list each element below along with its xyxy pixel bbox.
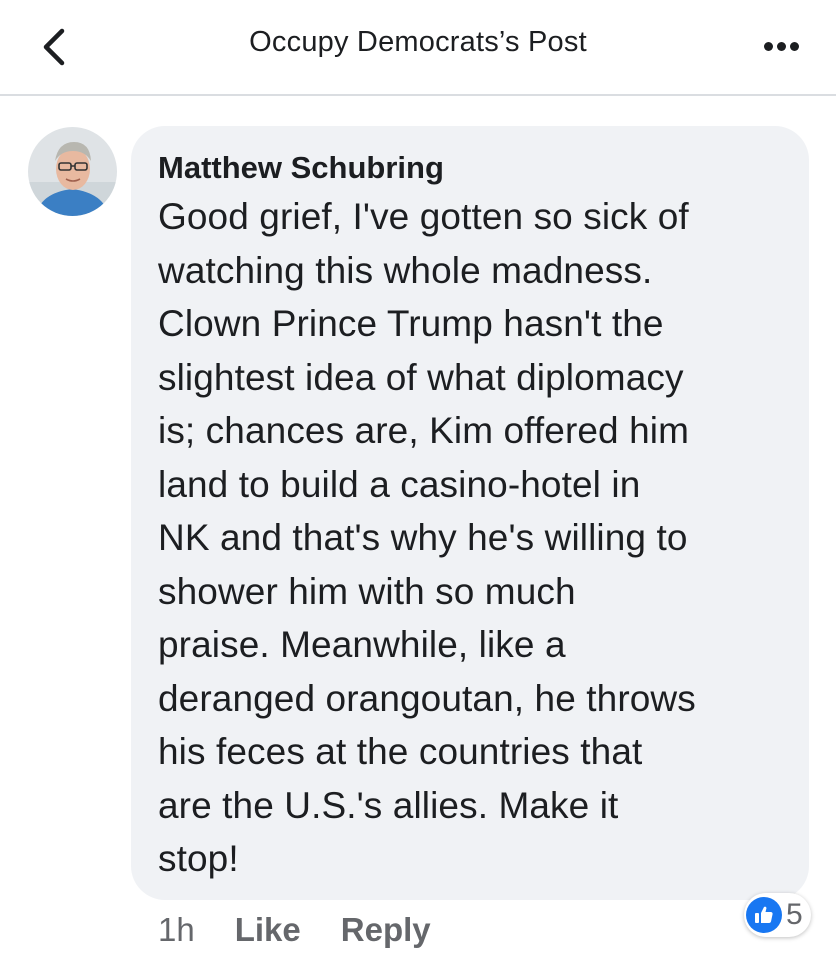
comment-author[interactable]: Matthew Schubring <box>158 148 444 188</box>
reaction-summary[interactable]: 5 <box>744 893 811 937</box>
back-button[interactable] <box>30 22 80 72</box>
profile-photo <box>28 127 117 216</box>
chevron-left-icon <box>43 28 65 66</box>
comment-timestamp[interactable]: 1h <box>158 911 195 949</box>
avatar[interactable] <box>28 127 117 216</box>
reaction-count: 5 <box>786 898 803 931</box>
comment-bubble: Matthew Schubring Good grief, I've gotte… <box>131 126 809 900</box>
more-options-button[interactable] <box>756 26 806 66</box>
header-bar: Occupy Democrats’s Post <box>0 0 836 96</box>
more-horizontal-icon <box>762 41 801 51</box>
like-thumb-icon <box>746 897 782 933</box>
comment-text: Good grief, I've gotten so sick of watch… <box>158 196 696 879</box>
page-title: Occupy Democrats’s Post <box>249 26 587 58</box>
post-page: Occupy Democrats’s Post Matthew Schubrin… <box>0 0 836 960</box>
reply-button[interactable]: Reply <box>341 911 431 949</box>
like-button[interactable]: Like <box>235 911 301 949</box>
comment-actions: 1h Like Reply <box>158 910 471 950</box>
